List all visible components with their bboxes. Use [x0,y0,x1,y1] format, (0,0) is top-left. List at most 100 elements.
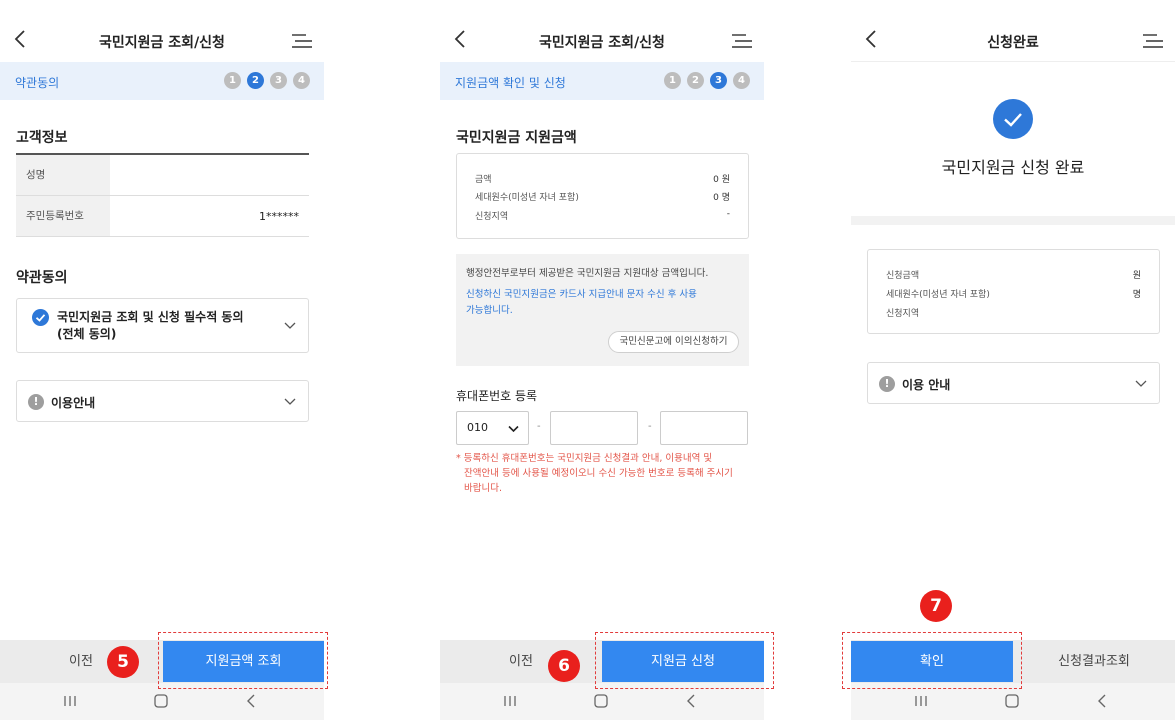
chevron-down-icon[interactable] [284,322,296,330]
app-header: 신청완료 [851,0,1175,62]
result-summary-box: 신청금액 원 세대원수(미성년 자녀 포함) 명 신청지역 [867,249,1160,334]
prev-button[interactable]: 이전 [485,641,557,682]
check-icon[interactable] [32,309,49,326]
phone-warning-text: * 등록하신 휴대폰번호는 국민지원금 신청결과 안내, 이용내역 및 잔액안내… [456,451,746,496]
step-dot-active: 2 [247,72,264,89]
step-indicator-bar: 지원금액 확인 및 신청 1 2 3 4 [440,62,764,100]
step-dots: 1 2 3 4 [224,72,310,89]
usage-info-accordion[interactable]: ! 이용 안내 [867,362,1160,404]
phone-middle-input[interactable] [550,411,638,445]
result-row: 신청지역 [886,306,1141,319]
step-dot: 2 [687,72,704,89]
row-label: 신청지역 [475,212,509,222]
usage-info-accordion[interactable]: ! 이용안내 [16,380,309,422]
usage-info-label: 이용안내 [51,396,96,410]
result-row: 신청금액 원 [886,268,1141,281]
check-icon [993,99,1033,139]
home-icon[interactable] [1003,692,1021,710]
phone-prefix-select[interactable]: 010 [456,411,529,445]
chevron-down-icon[interactable] [284,398,296,406]
section-title-phone: 휴대폰번호 등록 [456,389,538,403]
phone-last-input[interactable] [660,411,748,445]
amount-row: 신청지역 - [475,209,730,222]
row-label: 세대원수(미성년 자녀 포함) [886,290,990,300]
screen-terms-agreement: 국민지원금 조회/신청 약관동의 1 2 3 4 고객정보 성명 주민등록번호 … [0,0,324,720]
row-label: 신청지역 [886,309,920,319]
phone-separator: - [537,421,541,432]
page-title: 신청완료 [987,35,1039,51]
objection-button[interactable]: 국민신문고에 이의신청하기 [608,331,739,353]
row-value: 명 [1132,290,1141,300]
row-value: 0 명 [713,193,730,203]
home-icon[interactable] [152,692,170,710]
highlight-box [595,632,774,689]
terms-label-line: (전체 동의) [57,327,117,341]
step-badge: 5 [107,646,139,678]
section-title-amount: 국민지원금 지원금액 [456,130,577,146]
highlight-box [158,632,328,689]
step-dot: 4 [733,72,750,89]
step-name: 약관동의 [15,76,60,90]
row-label: 신청금액 [886,271,920,281]
chevron-down-icon[interactable] [1135,380,1147,388]
step-dot: 3 [270,72,287,89]
divider [851,216,1175,225]
step-dot: 4 [293,72,310,89]
row-value: 0 원 [713,175,730,185]
row-label: 세대원수(미성년 자녀 포함) [475,193,579,203]
notice-box: 행정안전부로부터 제공받은 국민지원금 지원대상 금액입니다. 신청하신 국민지… [456,254,749,366]
phone-prefix-value: 010 [467,421,488,434]
warning-line: 잔액안내 등에 사용될 예정이오니 수신 가능한 번호로 등록해 주시기 [464,468,733,479]
page-title: 국민지원금 조회/신청 [99,35,225,51]
nav-back-icon[interactable] [1094,692,1112,710]
terms-label-line: 국민지원금 조회 및 신청 필수적 동의 [57,310,244,324]
alert-icon: ! [28,394,44,410]
menu-icon[interactable] [292,33,312,49]
step-dot-active: 3 [710,72,727,89]
amount-row: 세대원수(미성년 자녀 포함) 0 명 [475,190,730,203]
screen-amount-confirm: 국민지원금 조회/신청 지원금액 확인 및 신청 1 2 3 4 국민지원금 지… [440,0,764,720]
row-value: 1****** [259,210,299,223]
recent-apps-icon[interactable] [912,692,930,710]
row-value [110,155,309,195]
terms-agree-item[interactable]: 국민지원금 조회 및 신청 필수적 동의 (전체 동의) [16,298,309,353]
recent-apps-icon[interactable] [501,692,519,710]
table-row: 주민등록번호 1****** [16,196,309,237]
row-label: 성명 [16,155,110,195]
step-name: 지원금액 확인 및 신청 [455,76,566,90]
step-indicator-bar: 약관동의 1 2 3 4 [0,62,324,100]
terms-label: 국민지원금 조회 및 신청 필수적 동의 (전체 동의) [57,309,244,343]
app-header: 국민지원금 조회/신청 [440,0,764,62]
step-dot: 1 [224,72,241,89]
warning-line: 바랍니다. [464,483,502,494]
result-row: 세대원수(미성년 자녀 포함) 명 [886,287,1141,300]
step-badge: 6 [548,650,580,682]
check-result-button[interactable]: 신청결과조회 [1013,641,1175,682]
nav-back-icon[interactable] [243,692,261,710]
step-dots: 1 2 3 4 [664,72,750,89]
notice-highlight: 가능합니다. [466,305,513,316]
home-icon[interactable] [592,692,610,710]
customer-info-table: 성명 주민등록번호 1****** [16,153,309,237]
app-header: 국민지원금 조회/신청 [0,0,324,62]
nav-back-icon[interactable] [683,692,701,710]
amount-row: 금액 0 원 [475,172,730,185]
amount-summary-box: 금액 0 원 세대원수(미성년 자녀 포함) 0 명 신청지역 - [456,153,749,239]
menu-icon[interactable] [732,33,752,49]
highlight-box [842,632,1022,689]
alert-icon: ! [879,376,895,392]
recent-apps-icon[interactable] [61,692,79,710]
phone-separator: - [648,421,652,432]
menu-icon[interactable] [1143,33,1163,49]
section-title-terms: 약관동의 [16,270,68,286]
page-title: 국민지원금 조회/신청 [539,35,665,51]
section-title-customer: 고객정보 [16,130,68,146]
warning-line: * 등록하신 휴대폰번호는 국민지원금 신청결과 안내, 이용내역 및 [456,453,713,464]
screen-complete: 신청완료 국민지원금 신청 완료 신청금액 원 세대원수(미성년 자녀 포함) 명 … [851,0,1175,720]
step-dot: 1 [664,72,681,89]
notice-text: 행정안전부로부터 제공받은 국민지원금 지원대상 금액입니다. [466,268,709,279]
notice-highlight: 신청하신 국민지원금은 카드사 지급안내 문자 수신 후 사용 [466,289,697,300]
table-row: 성명 [16,155,309,196]
step-badge: 7 [920,590,952,622]
row-label: 금액 [475,175,492,185]
